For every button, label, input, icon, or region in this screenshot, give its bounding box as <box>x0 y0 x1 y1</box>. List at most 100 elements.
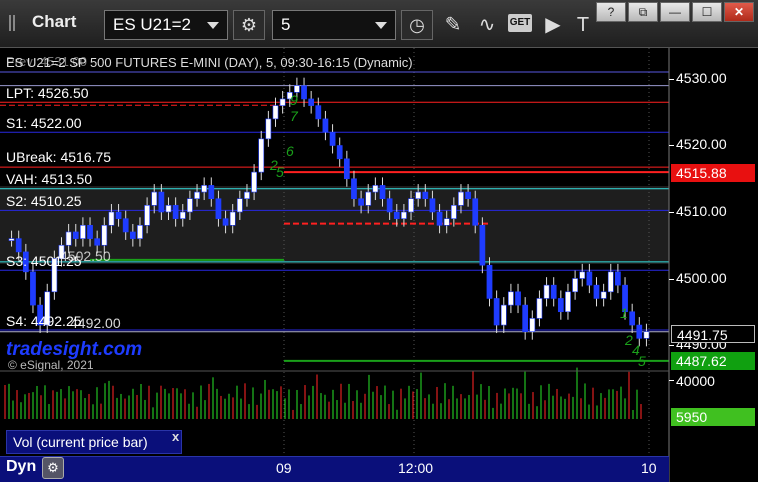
candle-body <box>422 191 429 200</box>
candle-body <box>258 138 265 173</box>
candle-body <box>593 284 600 299</box>
price-badge-ubreak: 4515.88 <box>671 164 755 182</box>
candle-body <box>101 225 108 246</box>
pencil-icon[interactable]: ✎ <box>440 12 466 38</box>
candle-body <box>80 225 86 239</box>
candle-body <box>450 205 457 219</box>
interval-input[interactable]: 5 <box>272 10 396 40</box>
candle-body <box>401 211 407 219</box>
candle-body <box>600 291 607 299</box>
sequence-marker: 5 <box>276 164 284 180</box>
candle-body <box>351 178 357 200</box>
restore-button[interactable]: ⧉ <box>628 2 658 22</box>
candle-body <box>194 191 200 200</box>
candle-body <box>643 331 650 339</box>
sequence-marker: 1 <box>620 305 628 321</box>
candle-body <box>586 271 593 286</box>
window-title: Chart <box>32 12 77 31</box>
level-label-s2: S2: 4510.25 <box>6 193 82 209</box>
candle-body <box>607 271 614 293</box>
candle-body <box>543 284 550 299</box>
candle-body <box>479 225 486 266</box>
candle-body <box>536 298 543 319</box>
chart-titlebar: Chart ES U21=2 ⚙ 5 ◷ ✎ ∿ GET ▶ T ? ⧉ — ☐… <box>0 0 758 48</box>
sequence-marker: 9 <box>290 92 298 108</box>
indicator-icon[interactable]: ∿ <box>474 12 500 38</box>
volume-study-label[interactable]: Vol (current price bar) <box>6 430 182 454</box>
esignal-copyright: © eSignal, 2021 <box>8 358 94 372</box>
candle-body <box>122 218 129 233</box>
volume-bars <box>4 367 642 419</box>
candle-body <box>358 198 364 206</box>
candle-body <box>187 198 193 213</box>
play-icon[interactable]: ▶ <box>540 12 566 38</box>
price-tick-mark <box>669 212 674 213</box>
candle-body <box>429 198 436 213</box>
candle-body <box>415 191 422 200</box>
level-label-vah: VAH: 4513.50 <box>6 171 93 187</box>
price-tick-4500: 4500.00 <box>676 270 727 286</box>
candle-body <box>108 211 115 226</box>
price-tick-mark <box>669 279 674 280</box>
candle-body <box>515 291 521 306</box>
candle-body <box>179 211 186 219</box>
candle-body <box>565 291 571 313</box>
sequence-marker: 7 <box>290 108 299 124</box>
candle-body <box>386 198 393 213</box>
price-badge-green: 4487.62 <box>671 352 755 370</box>
price-chart-svg[interactable]: 976251245 <box>0 48 758 482</box>
settings-gear-icon[interactable]: ⚙ <box>233 10 265 40</box>
candle-body <box>201 185 208 193</box>
dynamic-label[interactable]: Dyn <box>6 458 36 476</box>
candle-body <box>322 118 329 133</box>
candle-body <box>72 231 79 239</box>
dynamic-settings-icon[interactable]: ⚙ <box>42 457 64 479</box>
prev-close-label: Prev: 4531.00 <box>6 54 87 69</box>
drag-grip-icon[interactable] <box>9 15 15 31</box>
chevron-down-icon[interactable] <box>375 22 387 29</box>
candle-body <box>279 98 286 106</box>
clock-icon[interactable]: ◷ <box>401 10 433 40</box>
candle-body <box>301 85 307 100</box>
chart-plot-area[interactable]: 976251245 ES U21=2 SP 500 FUTURES E-MINI… <box>0 48 758 482</box>
candle-body <box>572 278 578 293</box>
candle-body <box>137 225 143 239</box>
candle-body <box>408 198 414 213</box>
candle-body <box>308 98 315 106</box>
time-label-1200: 12:00 <box>398 460 434 476</box>
time-label-10: 10 <box>641 460 657 476</box>
candle-body <box>508 291 514 306</box>
price-tick-mark <box>669 345 674 346</box>
symbol-value: ES U21=2 <box>113 15 191 34</box>
price-badge-last: 4491.75 <box>671 325 755 343</box>
text-icon[interactable]: T <box>570 12 596 38</box>
candle-body <box>236 198 243 213</box>
help-button[interactable]: ? <box>596 2 626 22</box>
candle-body <box>229 211 236 226</box>
candle-body <box>557 298 564 313</box>
chevron-down-icon[interactable] <box>207 22 219 29</box>
candle-body <box>458 191 464 206</box>
price-tick-4510: 4510.00 <box>676 203 727 219</box>
maximize-button[interactable]: ☐ <box>692 2 722 22</box>
candle-body <box>144 205 150 226</box>
candle-body <box>15 238 22 253</box>
candle-body <box>158 191 165 213</box>
symbol-input[interactable]: ES U21=2 <box>104 10 228 40</box>
get-icon[interactable]: GET <box>508 14 532 32</box>
candle-body <box>486 264 493 299</box>
candle-body <box>436 211 443 226</box>
candle-body <box>365 191 372 206</box>
time-axis-bar <box>0 456 669 482</box>
close-icon[interactable]: x <box>172 429 179 444</box>
candle-body <box>115 211 122 219</box>
sequence-marker: 5 <box>638 353 646 369</box>
candle-body <box>615 271 621 286</box>
price-tick-4520: 4520.00 <box>676 136 727 152</box>
candle-body <box>636 324 643 339</box>
candle-body <box>529 318 536 332</box>
candle-body <box>265 118 272 140</box>
candle-body <box>165 205 172 213</box>
minimize-button[interactable]: — <box>660 2 690 22</box>
close-button[interactable]: ✕ <box>724 2 754 22</box>
